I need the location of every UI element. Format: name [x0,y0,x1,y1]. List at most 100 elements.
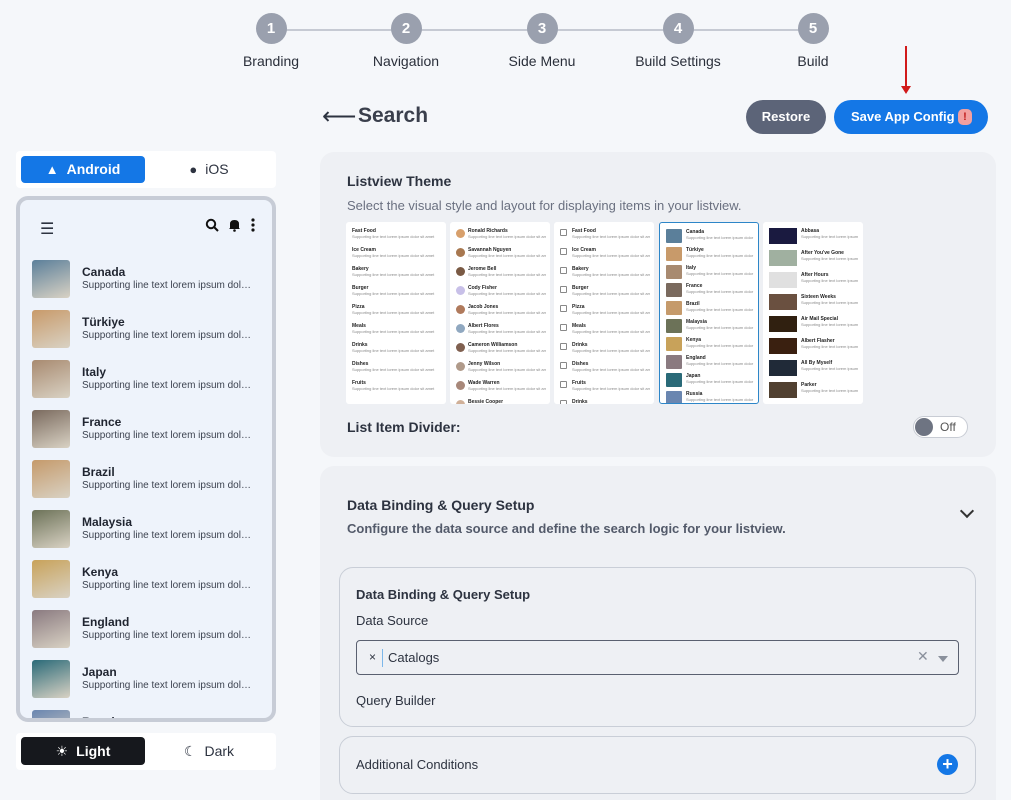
listview-theme-card: Listview Theme Select the visual style a… [320,152,996,457]
theme-option-avatar[interactable]: Ronald Richards Supporting line text lore… [450,222,550,404]
step-side-menu[interactable]: 3 Side Menu [487,13,597,69]
item-icon [560,229,567,236]
list-item[interactable]: Malaysia Supporting line text lorem ipsum… [20,508,272,558]
list-item[interactable]: Brazil Supporting line text lorem ipsum d… [20,458,272,508]
theme-preview-row: Fast Food Supporting line text lorem ipsu… [352,228,442,247]
list-item-title: Japan [82,665,117,679]
moon-icon: ☾ [183,743,197,759]
list-item-title: Italy [82,365,107,379]
list-item[interactable]: England Supporting line text lorem ipsum … [20,608,272,658]
theme-row-subtitle: Supporting line text lorem ipsum dolor s… [572,272,650,277]
chevron-down-icon[interactable] [959,503,975,519]
theme-preview-row: Fast Food Supporting line text lorem ipsu… [560,228,650,247]
theme-row-subtitle: Supporting line text lorem ipsum dolor s… [686,361,754,366]
theme-preview-row: Cameron Williamson Supporting line text l… [456,342,546,361]
thumbnail-image [32,510,70,548]
remove-tag-icon[interactable]: × [369,650,376,664]
list-item-subtitle: Supporting line text lorem ipsum dolor s… [82,380,254,391]
step-branding[interactable]: 1 Branding [216,13,326,69]
thumbnail-image [666,229,682,243]
step-label: Side Menu [508,53,576,69]
theme-row-subtitle: Supporting line text lorem ipsum dolor s… [352,386,435,391]
hamburger-menu-icon[interactable]: ☰ [40,219,54,239]
thumbnail-image [666,247,682,261]
thumbnail-image [32,460,70,498]
more-vertical-icon[interactable] [251,218,255,235]
theme-preview-row: Air Mail Special Supporting line text lor… [769,316,859,338]
list-item[interactable]: Canada Supporting line text lorem ipsum d… [20,258,272,308]
theme-preview-row: Burger Supporting line text lorem ipsum d… [560,285,650,304]
list-item[interactable]: Kenya Supporting line text lorem ipsum do… [20,558,272,608]
bell-icon[interactable] [228,218,241,235]
step-build-settings[interactable]: 4 Build Settings [623,13,733,69]
theme-option-wide[interactable]: AbbasaSupporting line text lorem ipsum d… [763,222,863,404]
save-app-config-button[interactable]: Save App Config ! [834,100,988,134]
theme-row-subtitle: Supporting line text lorem ipsum dolor s… [686,325,754,330]
list-item[interactable]: RussiaSupporting line text lorem ipsum d… [20,708,272,718]
android-tab[interactable]: ▲ Android [21,156,145,183]
theme-preview-row: Sixteen Weeks Supporting line text lorem … [769,294,859,316]
caret-down-icon[interactable] [938,656,948,662]
theme-preview-row: Russia Supporting line text lorem ipsum d… [666,391,754,403]
warning-badge-icon: ! [958,109,972,125]
list-item-divider-toggle[interactable]: Off [913,416,968,438]
list-item-subtitle: Supporting line text lorem ipsum dolor s… [82,530,254,541]
list-item[interactable]: France Supporting line text lorem ipsum d… [20,408,272,458]
theme-row-subtitle: Supporting line text lorem ipsum dolor s… [801,256,859,261]
toggle-state: Off [940,420,956,434]
avatar [456,343,465,352]
add-condition-plus-icon[interactable]: + [937,754,958,775]
theme-preview-row: Pizza Supporting line text lorem ipsum do… [352,304,442,323]
theme-row-subtitle: Supporting line text lorem ipsum dolor s… [352,348,435,353]
theme-preview-row: England Supporting line text lorem ipsum … [666,355,754,373]
thumbnail-image [666,319,682,333]
theme-option-text[interactable]: Fast Food Supporting line text lorem ipsu… [346,222,446,404]
theme-row-title: Bessie Cooper [468,399,504,404]
avatar [456,362,465,371]
theme-preview-row: After Hours Supporting line text lorem ip… [769,272,859,294]
avatar [456,400,465,404]
theme-row-subtitle: Supporting line text lorem ipsum dolor s… [801,388,859,393]
light-mode-tab[interactable]: ☀ Light [21,737,145,765]
theme-preview-row: Ronald Richards Supporting line text lore… [456,228,546,247]
item-icon [560,267,567,274]
list-item-title: Kenya [82,565,119,579]
search-icon[interactable] [205,218,219,235]
avatar [456,248,465,257]
additional-conditions-label: Additional Conditions [356,757,479,772]
phone-app-bar: ☰ [20,200,272,258]
clear-icon[interactable]: ✕ [917,648,929,665]
theme-option-image[interactable]: Canada Supporting line text lorem ipsum d… [659,222,759,404]
dark-mode-tab[interactable]: ☾ Dark [147,737,271,765]
list-item[interactable]: Japan Supporting line text lorem ipsum do… [20,658,272,708]
thumbnail-image [769,228,797,244]
step-build[interactable]: 5 Build [758,13,868,69]
list-item-title: England [82,615,130,629]
theme-row-subtitle: Supporting line text lorem ipsum dolor s… [468,329,546,334]
step-label: Branding [242,53,300,69]
theme-row-subtitle: Supporting line text lorem ipsum dolor s… [572,253,650,258]
theme-option-icon[interactable]: Fast Food Supporting line text lorem ipsu… [554,222,654,404]
phone-preview: ☰ Canada Supporting line text lorem ipsum… [16,196,276,722]
back-arrow-icon[interactable]: ⟵ [322,104,356,130]
theme-preview-row: Savannah Nguyen Supporting line text lore… [456,247,546,266]
theme-row-subtitle: Supporting line text lorem ipsum dolor s… [801,344,859,349]
restore-button[interactable]: Restore [746,100,826,134]
thumbnail-image [32,660,70,698]
ios-tab[interactable]: ● iOS [147,156,271,183]
listview-theme-description: Select the visual style and layout for d… [347,198,742,213]
data-binding-section: Data Binding & Query Setup Data Source ×… [339,567,976,727]
list-item[interactable]: Italy Supporting line text lorem ipsum do… [20,358,272,408]
theme-row-subtitle: Supporting line text lorem ipsum dolor s… [468,234,546,239]
step-navigation[interactable]: 2 Navigation [351,13,461,69]
list-item-title: France [82,415,122,429]
list-item-subtitle: Supporting line text lorem ipsum dolor s… [82,630,254,641]
thumbnail-image [32,360,70,398]
list-item-subtitle: Supporting line text lorem ipsum dolor s… [82,580,254,591]
data-binding-heading: Data Binding & Query Setup [347,497,535,513]
thumbnail-image [666,265,682,279]
additional-conditions-section[interactable]: Additional Conditions + [339,736,976,794]
data-source-select[interactable]: × Catalogs ✕ [356,640,959,675]
list-item[interactable]: Türkiye Supporting line text lorem ipsum … [20,308,272,358]
item-icon [560,248,567,255]
